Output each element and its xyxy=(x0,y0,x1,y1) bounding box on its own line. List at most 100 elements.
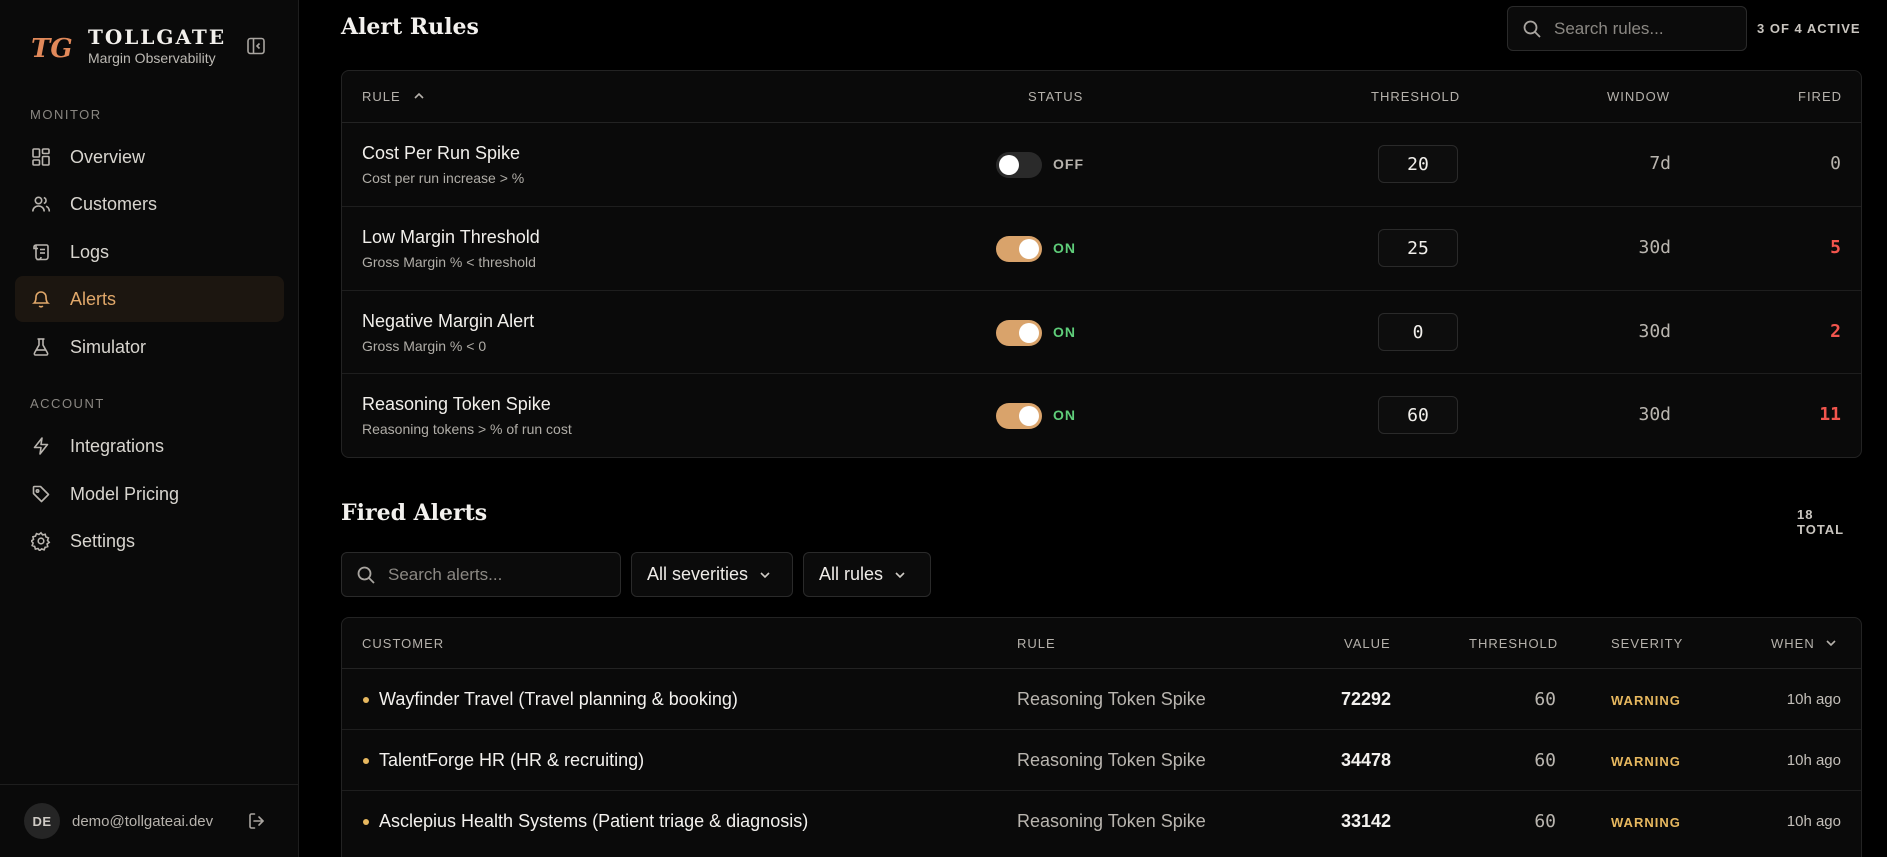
threshold-input[interactable] xyxy=(1378,145,1458,183)
rule-description: Reasoning tokens > % of run cost xyxy=(362,421,572,437)
toggle-knob xyxy=(1019,239,1039,259)
rule-filter[interactable]: All rules xyxy=(803,552,931,597)
rule-description: Cost per run increase > % xyxy=(362,170,525,186)
table-row[interactable]: TalentForge HR (HR & recruiting) Reasoni… xyxy=(342,730,1861,791)
avatar[interactable]: DE xyxy=(24,803,60,839)
sidebar-item-settings[interactable]: Settings xyxy=(15,518,284,564)
sidebar-item-simulator[interactable]: Simulator xyxy=(15,324,284,370)
toggle-knob xyxy=(1019,406,1039,426)
severity-badge: WARNING xyxy=(1611,815,1681,830)
sidebar-item-label: Integrations xyxy=(70,435,165,456)
table-row[interactable]: Asclepius Health Systems (Patient triage… xyxy=(342,791,1861,852)
alert-threshold: 60 xyxy=(1534,689,1556,710)
rule-name: Negative Margin Alert xyxy=(362,311,535,331)
severity-badge: WARNING xyxy=(1611,693,1681,708)
threshold-input[interactable] xyxy=(1378,396,1458,434)
column-fired: FIRED xyxy=(1798,89,1842,104)
flask-icon xyxy=(30,336,52,358)
user-footer: DE demo@tollgateai.dev xyxy=(0,784,298,857)
column-threshold: THRESHOLD xyxy=(1371,89,1461,104)
sort-descending-icon xyxy=(1826,640,1836,647)
sidebar-item-customers[interactable]: Customers xyxy=(15,181,284,227)
rule-toggle[interactable] xyxy=(996,236,1042,262)
sidebar-item-label: Logs xyxy=(70,241,110,262)
alert-time: 10h ago xyxy=(1786,752,1841,769)
rules-search-input[interactable] xyxy=(1554,18,1704,39)
alerts-search-input[interactable] xyxy=(388,564,538,585)
column-rule[interactable]: RULE xyxy=(362,89,425,104)
alerts-search[interactable] xyxy=(341,552,621,597)
sidebar: TG TOLLGATE Margin Observability MONITOR… xyxy=(0,0,299,857)
users-icon xyxy=(30,193,52,215)
threshold-input[interactable] xyxy=(1378,313,1458,351)
collapse-sidebar-icon[interactable] xyxy=(246,36,266,56)
sidebar-item-alerts[interactable]: Alerts xyxy=(15,276,284,322)
table-header: CUSTOMER RULE VALUE THRESHOLD SEVERITY W… xyxy=(342,618,1861,669)
sidebar-item-logs[interactable]: Logs xyxy=(15,229,284,275)
scroll-icon xyxy=(30,241,52,263)
rule-toggle[interactable] xyxy=(996,403,1042,429)
tollgate-logo: TG xyxy=(31,34,72,62)
alert-customer: Wayfinder Travel (Travel planning & book… xyxy=(379,689,738,709)
logout-icon[interactable] xyxy=(247,811,267,831)
fired-count: 0 xyxy=(1830,153,1841,174)
sidebar-item-overview[interactable]: Overview xyxy=(15,134,284,180)
sidebar-item-label: Customers xyxy=(70,193,158,214)
severity-badge: WARNING xyxy=(1611,754,1681,769)
active-count: 3 OF 4 ACTIVE xyxy=(1757,21,1861,36)
table-row[interactable]: Wayfinder Travel (Travel planning & book… xyxy=(342,669,1861,730)
sidebar-item-label: Alerts xyxy=(70,288,117,309)
rule-toggle[interactable] xyxy=(996,320,1042,346)
sidebar-item-label: Settings xyxy=(70,530,136,551)
severity-dot xyxy=(363,819,369,825)
status-label: ON xyxy=(1053,407,1076,423)
rules-search[interactable] xyxy=(1507,6,1747,51)
sidebar-item-model-pricing[interactable]: Model Pricing xyxy=(15,471,284,517)
alert-threshold: 60 xyxy=(1534,750,1556,771)
sidebar-item-label: Simulator xyxy=(70,336,147,357)
status-label: ON xyxy=(1053,240,1076,256)
status-label: OFF xyxy=(1053,156,1084,172)
alert-value: 72292 xyxy=(1340,689,1391,709)
alert-rule: Reasoning Token Spike xyxy=(1017,750,1206,770)
sidebar-item-integrations[interactable]: Integrations xyxy=(15,423,284,469)
column-severity: SEVERITY xyxy=(1611,636,1684,651)
chevron-down-icon xyxy=(895,571,905,578)
window-value: 30d xyxy=(1638,321,1671,342)
alert-time: 10h ago xyxy=(1786,813,1841,830)
table-row[interactable]: Reasoning Token Spike Reasoning tokens >… xyxy=(342,374,1861,457)
column-window: WINDOW xyxy=(1607,89,1671,104)
tag-icon xyxy=(30,483,52,505)
fired-count: 5 xyxy=(1830,237,1841,258)
threshold-input[interactable] xyxy=(1378,229,1458,267)
rule-name: Reasoning Token Spike xyxy=(362,394,551,414)
svg-text:TG: TG xyxy=(31,34,72,62)
table-row[interactable]: Negative Margin Alert Gross Margin % < 0… xyxy=(342,291,1861,374)
column-value: VALUE xyxy=(1344,636,1391,651)
search-icon xyxy=(1523,20,1541,38)
rule-description: Gross Margin % < threshold xyxy=(362,254,536,270)
sidebar-item-label: Model Pricing xyxy=(70,483,180,504)
severity-filter[interactable]: All severities xyxy=(631,552,793,597)
rule-toggle[interactable] xyxy=(996,152,1042,178)
column-status: STATUS xyxy=(1028,89,1084,104)
table-row[interactable]: Low Margin Threshold Gross Margin % < th… xyxy=(342,207,1861,291)
rule-name: Low Margin Threshold xyxy=(362,227,540,247)
brand-name: TOLLGATE xyxy=(88,25,227,49)
window-value: 30d xyxy=(1638,237,1671,258)
fired-total: 18 TOTAL xyxy=(1797,507,1845,537)
window-value: 30d xyxy=(1638,404,1671,425)
chevron-down-icon xyxy=(760,571,770,578)
alert-customer: Asclepius Health Systems (Patient triage… xyxy=(379,811,809,831)
grid-icon xyxy=(30,146,52,168)
sort-ascending-icon xyxy=(414,92,424,99)
column-when[interactable]: WHEN xyxy=(1771,636,1837,651)
window-value: 7d xyxy=(1649,153,1671,174)
toggle-knob xyxy=(999,155,1019,175)
alert-threshold: 60 xyxy=(1534,811,1556,832)
table-row[interactable]: Cost Per Run Spike Cost per run increase… xyxy=(342,123,1861,207)
column-customer: CUSTOMER xyxy=(362,636,445,651)
alert-value: 33142 xyxy=(1340,811,1391,831)
brand[interactable]: TG TOLLGATE Margin Observability xyxy=(30,26,226,67)
fired-count: 2 xyxy=(1830,321,1841,342)
